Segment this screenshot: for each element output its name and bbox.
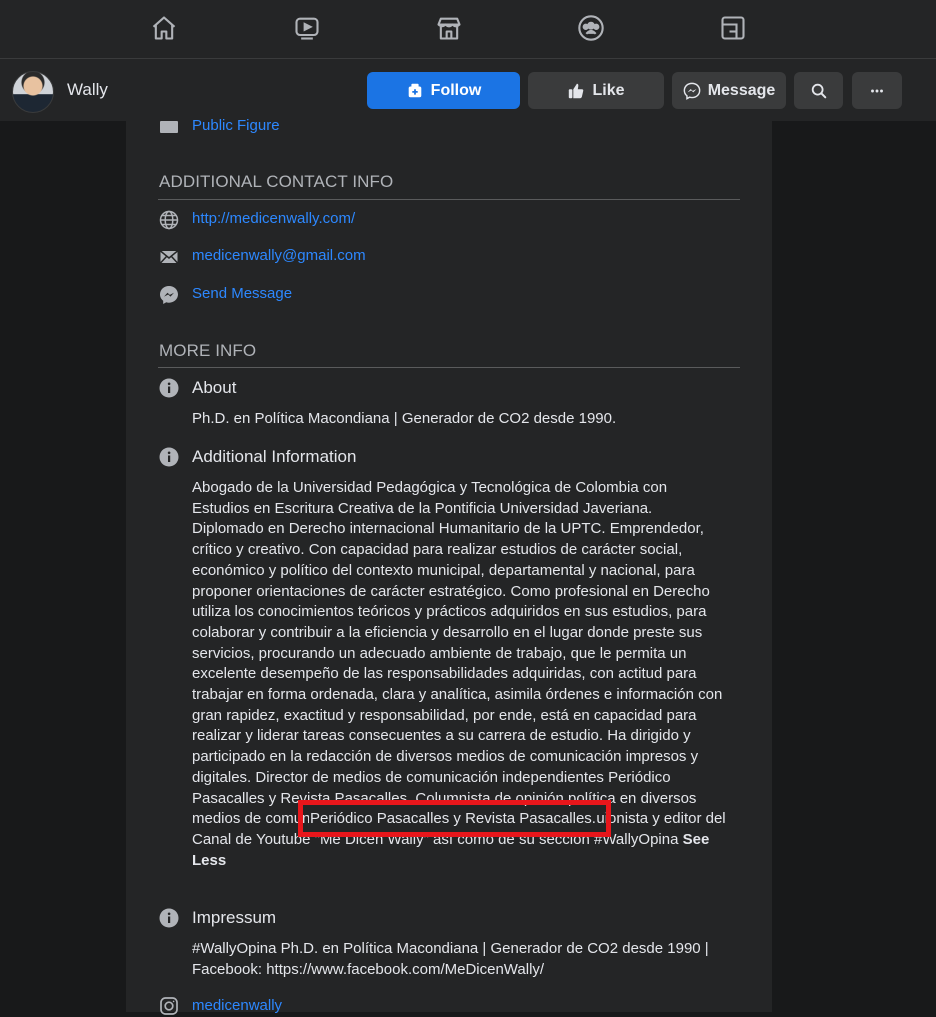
category-link[interactable]: Public Figure bbox=[192, 117, 280, 134]
message-button[interactable]: Message bbox=[672, 72, 786, 109]
additional-info-body: Abogado de la Universidad Pedagógica y T… bbox=[192, 479, 726, 848]
gaming-icon[interactable] bbox=[717, 12, 749, 44]
watch-icon[interactable] bbox=[291, 12, 323, 44]
page-name[interactable]: Wally bbox=[67, 80, 108, 100]
globe-icon bbox=[158, 209, 180, 231]
mail-icon bbox=[158, 246, 180, 268]
avatar[interactable] bbox=[12, 71, 54, 113]
top-navigation bbox=[0, 0, 936, 59]
groups-icon[interactable] bbox=[575, 12, 607, 44]
contact-divider bbox=[158, 199, 740, 200]
search-button[interactable] bbox=[794, 72, 843, 109]
left-gutter bbox=[0, 121, 126, 1012]
email-link[interactable]: medicenwally@gmail.com bbox=[192, 247, 366, 264]
more-info-divider bbox=[158, 367, 740, 368]
like-button[interactable]: Like bbox=[528, 72, 664, 109]
search-icon bbox=[811, 83, 826, 98]
messenger-icon bbox=[683, 82, 701, 100]
impressum-label: Impressum bbox=[192, 908, 277, 927]
more-info-section-title: MORE INFO bbox=[159, 341, 257, 360]
more-button[interactable] bbox=[852, 72, 902, 109]
instagram-icon bbox=[158, 995, 180, 1017]
follow-label: Follow bbox=[430, 81, 482, 99]
contact-section-title: ADDITIONAL CONTACT INFO bbox=[159, 172, 394, 191]
category-icon bbox=[158, 116, 180, 138]
home-icon[interactable] bbox=[148, 12, 180, 44]
like-label: Like bbox=[592, 81, 625, 99]
message-label: Message bbox=[707, 81, 776, 99]
additional-info-label: Additional Information bbox=[192, 447, 357, 466]
send-message-link[interactable]: Send Message bbox=[192, 285, 292, 302]
info-icon bbox=[158, 446, 180, 468]
messenger-icon bbox=[158, 284, 180, 306]
website-link[interactable]: http://medicenwally.com/ bbox=[192, 210, 355, 227]
right-gutter bbox=[772, 121, 936, 1012]
highlight-box bbox=[298, 800, 611, 837]
marketplace-icon[interactable] bbox=[433, 12, 465, 44]
about-label: About bbox=[192, 378, 237, 397]
instagram-link[interactable]: medicenwally bbox=[192, 997, 282, 1014]
follow-button[interactable]: Follow bbox=[367, 72, 520, 109]
info-icon bbox=[158, 907, 180, 929]
impressum-text: #WallyOpina Ph.D. en Política Macondiana… bbox=[192, 940, 709, 978]
follow-icon bbox=[408, 83, 421, 97]
thumbs-up-icon bbox=[569, 83, 584, 98]
info-icon bbox=[158, 377, 180, 399]
about-text: Ph.D. en Política Macondiana | Generador… bbox=[192, 410, 617, 427]
more-icon bbox=[871, 89, 883, 92]
